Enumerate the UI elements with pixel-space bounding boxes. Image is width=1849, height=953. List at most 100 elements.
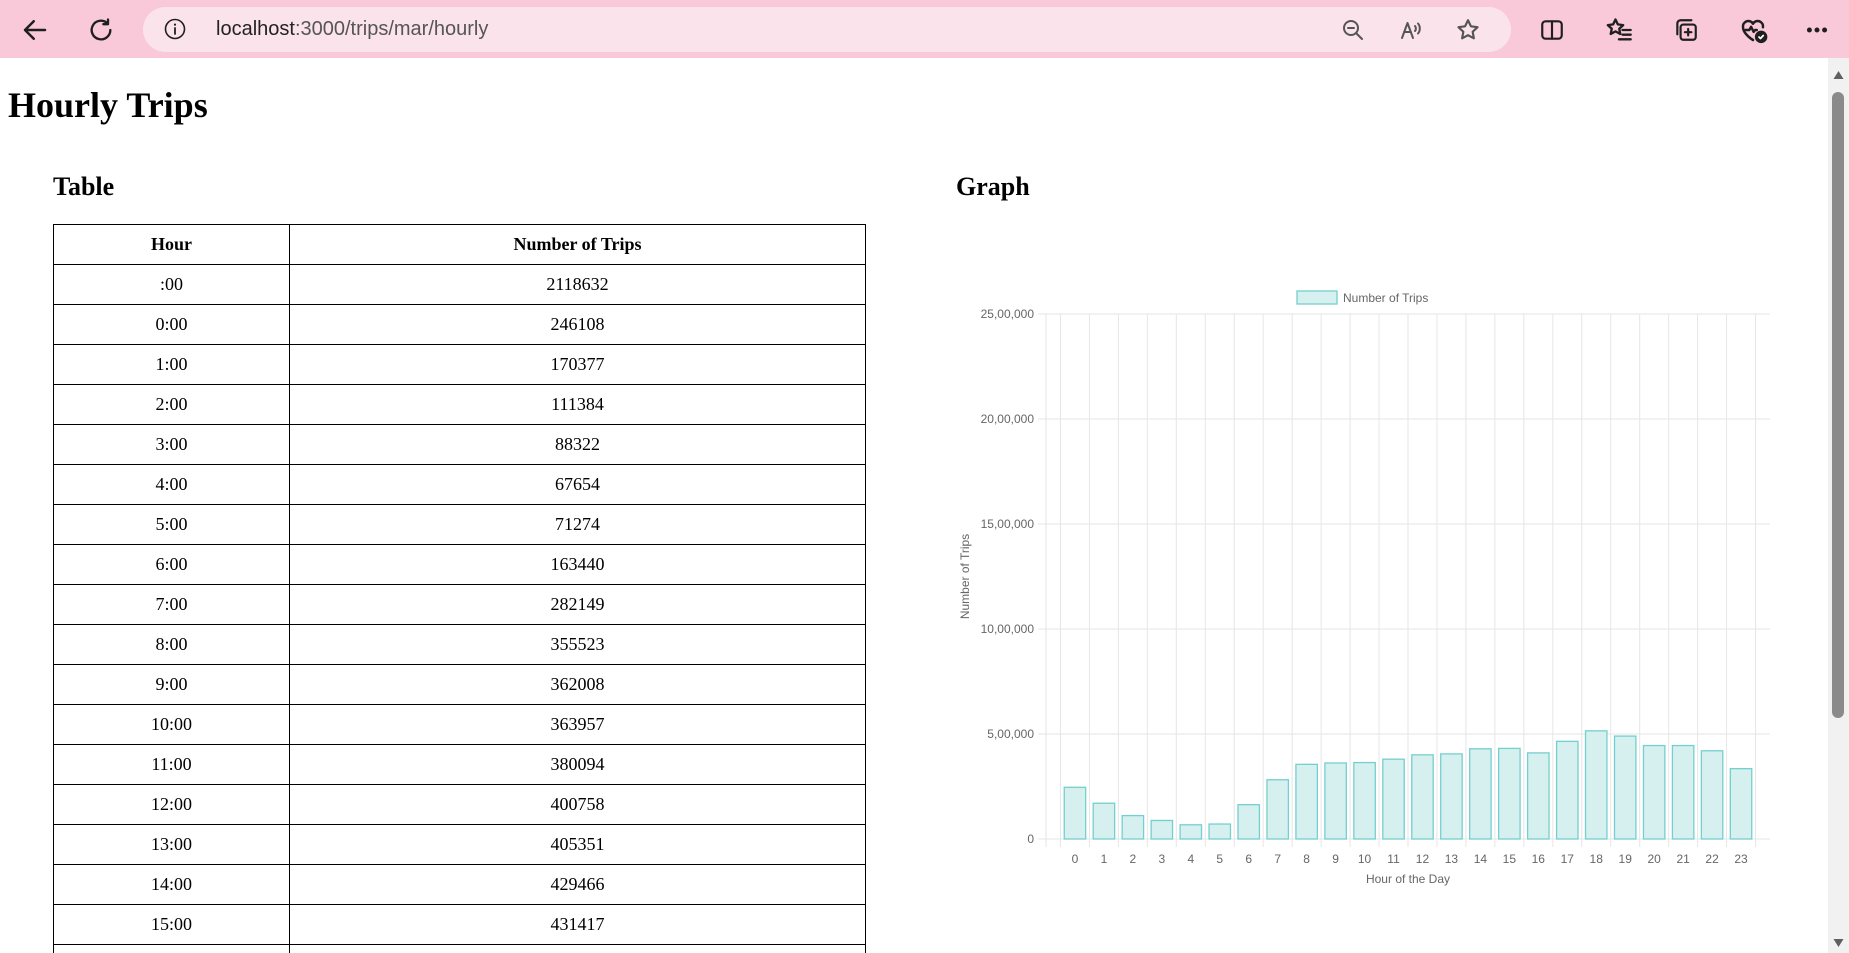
trip-count-cell: 363957 [289, 704, 866, 745]
x-tick-label: 19 [1619, 852, 1633, 866]
bar-hour-8 [1295, 763, 1319, 840]
bar-hour-23 [1729, 768, 1753, 840]
hour-cell: 1:00 [53, 344, 290, 385]
hour-cell: 11:00 [53, 744, 290, 785]
x-tick-label: 15 [1503, 852, 1517, 866]
bar-hour-12 [1411, 754, 1434, 840]
browser-essentials-icon [1741, 19, 1768, 44]
trip-count-cell: 111384 [289, 384, 866, 425]
trip-count-cell: 88322 [289, 424, 866, 465]
x-tick-label: 3 [1158, 852, 1165, 866]
x-tick-label: 2 [1130, 852, 1137, 866]
table-row: 4:00 67654 [53, 464, 866, 505]
scroll-up-arrow-icon[interactable] [1833, 70, 1844, 80]
bar-hour-6 [1237, 804, 1261, 840]
x-tick-label: 8 [1303, 852, 1310, 866]
read-aloud-icon [1401, 22, 1421, 39]
collections-button[interactable] [1666, 10, 1706, 50]
trip-count-cell: 67654 [289, 464, 866, 505]
trip-count-cell: 163440 [289, 544, 866, 585]
trip-count-cell: 405351 [289, 824, 866, 865]
info-icon[interactable] [163, 17, 187, 41]
scroll-down-arrow-icon[interactable] [1833, 938, 1844, 948]
bar-hour-11 [1382, 758, 1405, 840]
table-row: 6:00 163440 [53, 544, 866, 585]
page-scrollbar[interactable] [1828, 58, 1849, 953]
bar-hour-14 [1469, 748, 1492, 840]
more-button[interactable] [1797, 10, 1837, 50]
browser-essentials-button[interactable] [1733, 10, 1773, 50]
hour-cell: :00 [53, 264, 290, 305]
split-screen-button[interactable] [1532, 10, 1572, 50]
bar-hour-2 [1121, 814, 1145, 840]
table-row: 9:00 362008 [53, 664, 866, 705]
x-tick-label: 9 [1332, 852, 1339, 866]
hour-cell: 10:00 [53, 704, 290, 745]
bar-hour-19 [1613, 735, 1637, 840]
hour-cell: 3:00 [53, 424, 290, 465]
url-path: :3000/trips/mar/hourly [294, 18, 489, 40]
table-heading: Table [53, 172, 115, 201]
hourly-trips-table: Hour Number of Trips :00 2118632 0:00 24610… [53, 224, 866, 953]
bar-chart: 0 5,00,000 10,00,000 15,00,000 20,00,000 25,0… [958, 290, 1770, 886]
collections-icon [1676, 19, 1697, 41]
bar-hour-3 [1150, 819, 1174, 840]
refresh-button[interactable] [81, 10, 121, 50]
bar-hour-7 [1266, 779, 1290, 840]
trip-count-cell: 380094 [289, 744, 866, 785]
column-header-hour: Hour [53, 224, 290, 265]
back-button[interactable] [15, 10, 55, 50]
trip-count-cell: 355523 [289, 624, 866, 665]
table-row: 15:00 431417 [53, 904, 866, 945]
table-row: :00 2118632 [53, 264, 866, 305]
hour-cell: 9:00 [53, 664, 290, 705]
bar-hour-18 [1584, 730, 1608, 840]
address-bar[interactable]: localhost:3000/trips/mar/hourly [143, 7, 1511, 52]
bar-hour-5 [1208, 823, 1232, 840]
trip-count-cell: 431417 [289, 904, 866, 945]
hour-cell: 13:00 [53, 824, 290, 865]
bar-hour-20 [1642, 744, 1666, 840]
refresh-icon [90, 18, 112, 41]
x-tick-label: 10 [1358, 852, 1372, 866]
hour-cell: 7:00 [53, 584, 290, 625]
zoom-out-button[interactable] [1339, 16, 1367, 44]
y-tick-label: 10,00,000 [981, 622, 1035, 636]
y-tick-label: 25,00,000 [981, 307, 1035, 321]
favorites-icon [1606, 18, 1632, 41]
bar-hour-9 [1324, 762, 1347, 840]
trip-count-cell [289, 944, 866, 953]
legend-label: Number of Trips [1343, 291, 1428, 305]
x-tick-label: 17 [1561, 852, 1575, 866]
hour-cell: 14:00 [53, 864, 290, 905]
url-text[interactable]: localhost:3000/trips/mar/hourly [216, 18, 488, 41]
hour-cell: 15:00 [53, 904, 290, 945]
legend-swatch [1296, 290, 1338, 305]
y-tick-label: 15,00,000 [981, 517, 1035, 531]
favorites-button[interactable] [1599, 10, 1639, 50]
hour-cell: 4:00 [53, 464, 290, 505]
favorite-button[interactable] [1454, 16, 1482, 44]
x-tick-label: 0 [1072, 852, 1079, 866]
x-tick-label: 12 [1416, 852, 1430, 866]
hour-cell: 6:00 [53, 544, 290, 585]
x-axis-title: Hour of the Day [1366, 872, 1450, 886]
back-icon [23, 20, 47, 40]
x-tick-label: 23 [1734, 852, 1748, 866]
bar-hour-0 [1063, 786, 1087, 840]
hourly-trips-graph: 0 5,00,000 10,00,000 15,00,000 20,00,000 25,0… [956, 222, 1776, 902]
scrollbar-thumb[interactable] [1832, 92, 1844, 718]
x-tick-label: 20 [1647, 852, 1661, 866]
table-row: 11:00 380094 [53, 744, 866, 785]
browser-toolbar: localhost:3000/trips/mar/hourly [0, 0, 1849, 58]
x-tick-label: 6 [1245, 852, 1252, 866]
graph-heading: Graph [956, 172, 1030, 201]
bar-hour-21 [1671, 744, 1695, 840]
split-screen-icon [1541, 20, 1563, 40]
x-tick-label: 18 [1590, 852, 1604, 866]
bar-hour-22 [1700, 750, 1724, 840]
table-row: 1:00 170377 [53, 344, 866, 385]
hour-cell: 0:00 [53, 304, 290, 345]
y-tick-label: 5,00,000 [987, 727, 1034, 741]
read-aloud-button[interactable] [1397, 16, 1425, 44]
